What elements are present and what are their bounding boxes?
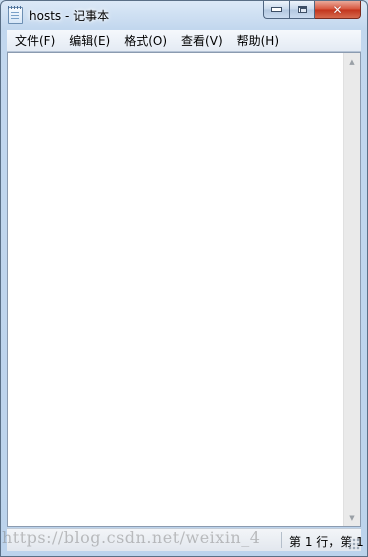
status-divider [281, 532, 282, 548]
menu-file[interactable]: 文件(F) [9, 32, 61, 49]
menu-format[interactable]: 格式(O) [118, 32, 173, 49]
window-title: hosts - 记事本 [29, 9, 110, 23]
scroll-up-arrow-icon[interactable]: ▲ [344, 53, 360, 70]
caption-buttons: ✕ [263, 1, 361, 20]
close-button[interactable]: ✕ [315, 1, 361, 19]
resize-grip-icon[interactable] [348, 538, 360, 550]
notepad-icon[interactable] [8, 6, 23, 24]
menu-help[interactable]: 帮助(H) [231, 32, 285, 49]
menu-bar: 文件(F) 编辑(E) 格式(O) 查看(V) 帮助(H) [7, 30, 361, 52]
menu-view[interactable]: 查看(V) [175, 32, 229, 49]
maximize-button[interactable] [289, 1, 315, 19]
text-editor[interactable]: ▲ ▼ [7, 52, 361, 527]
minimize-icon [271, 7, 282, 12]
minimize-button[interactable] [263, 1, 289, 19]
title-bar[interactable]: hosts - 记事本 ✕ [1, 1, 367, 29]
maximize-icon [297, 6, 307, 13]
close-icon: ✕ [332, 2, 343, 17]
watermark: https://blog.csdn.net/weixin_4 [2, 528, 261, 547]
notepad-window: hosts - 记事本 ✕ 文件(F) 编辑(E) 格式(O) 查看(V) 帮助… [0, 0, 368, 557]
scroll-down-arrow-icon[interactable]: ▼ [344, 509, 360, 526]
menu-edit[interactable]: 编辑(E) [63, 32, 116, 49]
vertical-scrollbar[interactable]: ▲ ▼ [343, 53, 360, 526]
